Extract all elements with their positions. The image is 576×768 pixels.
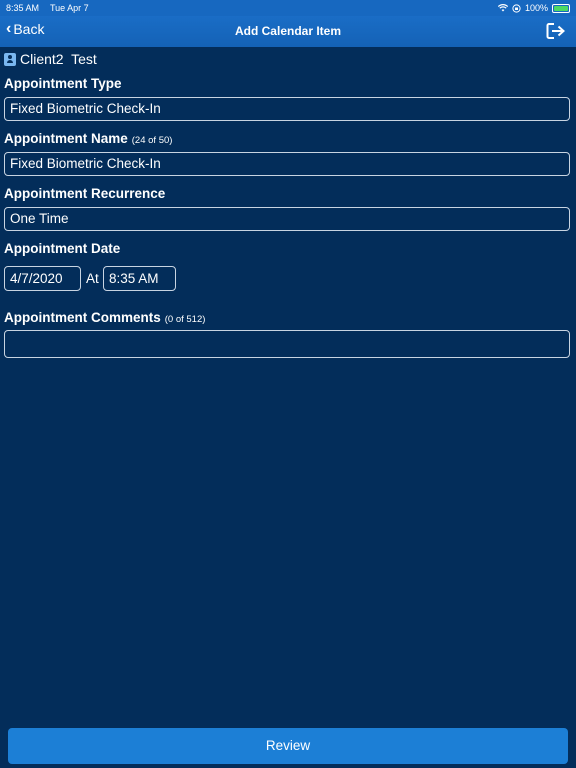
page-title: Add Calendar Item [234,24,342,38]
status-time: 8:35 AM [6,3,40,13]
appointment-comments-label: Appointment Comments (0 of 512) [4,310,205,325]
status-date: Tue Apr 7 [50,3,89,13]
wifi-icon [497,4,508,12]
appointment-type-label: Appointment Type [4,76,122,91]
review-button[interactable]: Review [8,728,568,764]
appointment-name-label: Appointment Name (24 of 50) [4,131,172,146]
logout-button[interactable] [546,22,566,40]
screen: 8:35 AM Tue Apr 7 100% ‹ Back Add Calend… [0,0,576,768]
appointment-comments-field[interactable] [4,330,570,358]
battery-percent: 100% [524,3,548,13]
status-bar: 8:35 AM Tue Apr 7 100% [0,0,576,16]
appointment-type-field[interactable]: Fixed Biometric Check-In [4,97,570,121]
client-name: Client2 Test [20,51,97,67]
contact-card-icon [4,52,16,66]
orientation-lock-icon [512,3,521,13]
appointment-time-field[interactable]: 8:35 AM [103,266,176,291]
appointment-comments-label-text: Appointment Comments [4,310,161,325]
appointment-name-label-text: Appointment Name [4,131,128,146]
logout-icon [546,23,565,39]
at-label: At [86,271,99,286]
appointment-recurrence-field[interactable]: One Time [4,207,570,231]
appointment-date-label: Appointment Date [4,241,121,256]
appointment-recurrence-label: Appointment Recurrence [4,186,166,201]
battery-icon [552,3,570,13]
appointment-name-counter: (24 of 50) [131,135,173,146]
appointment-comments-counter: (0 of 512) [164,314,206,325]
client-row: Client2 Test [4,51,97,67]
appointment-name-field[interactable]: Fixed Biometric Check-In [4,152,570,176]
nav-bar: ‹ Back Add Calendar Item [0,16,576,47]
status-right: 100% [497,0,570,16]
appointment-date-field[interactable]: 4/7/2020 [4,266,81,291]
